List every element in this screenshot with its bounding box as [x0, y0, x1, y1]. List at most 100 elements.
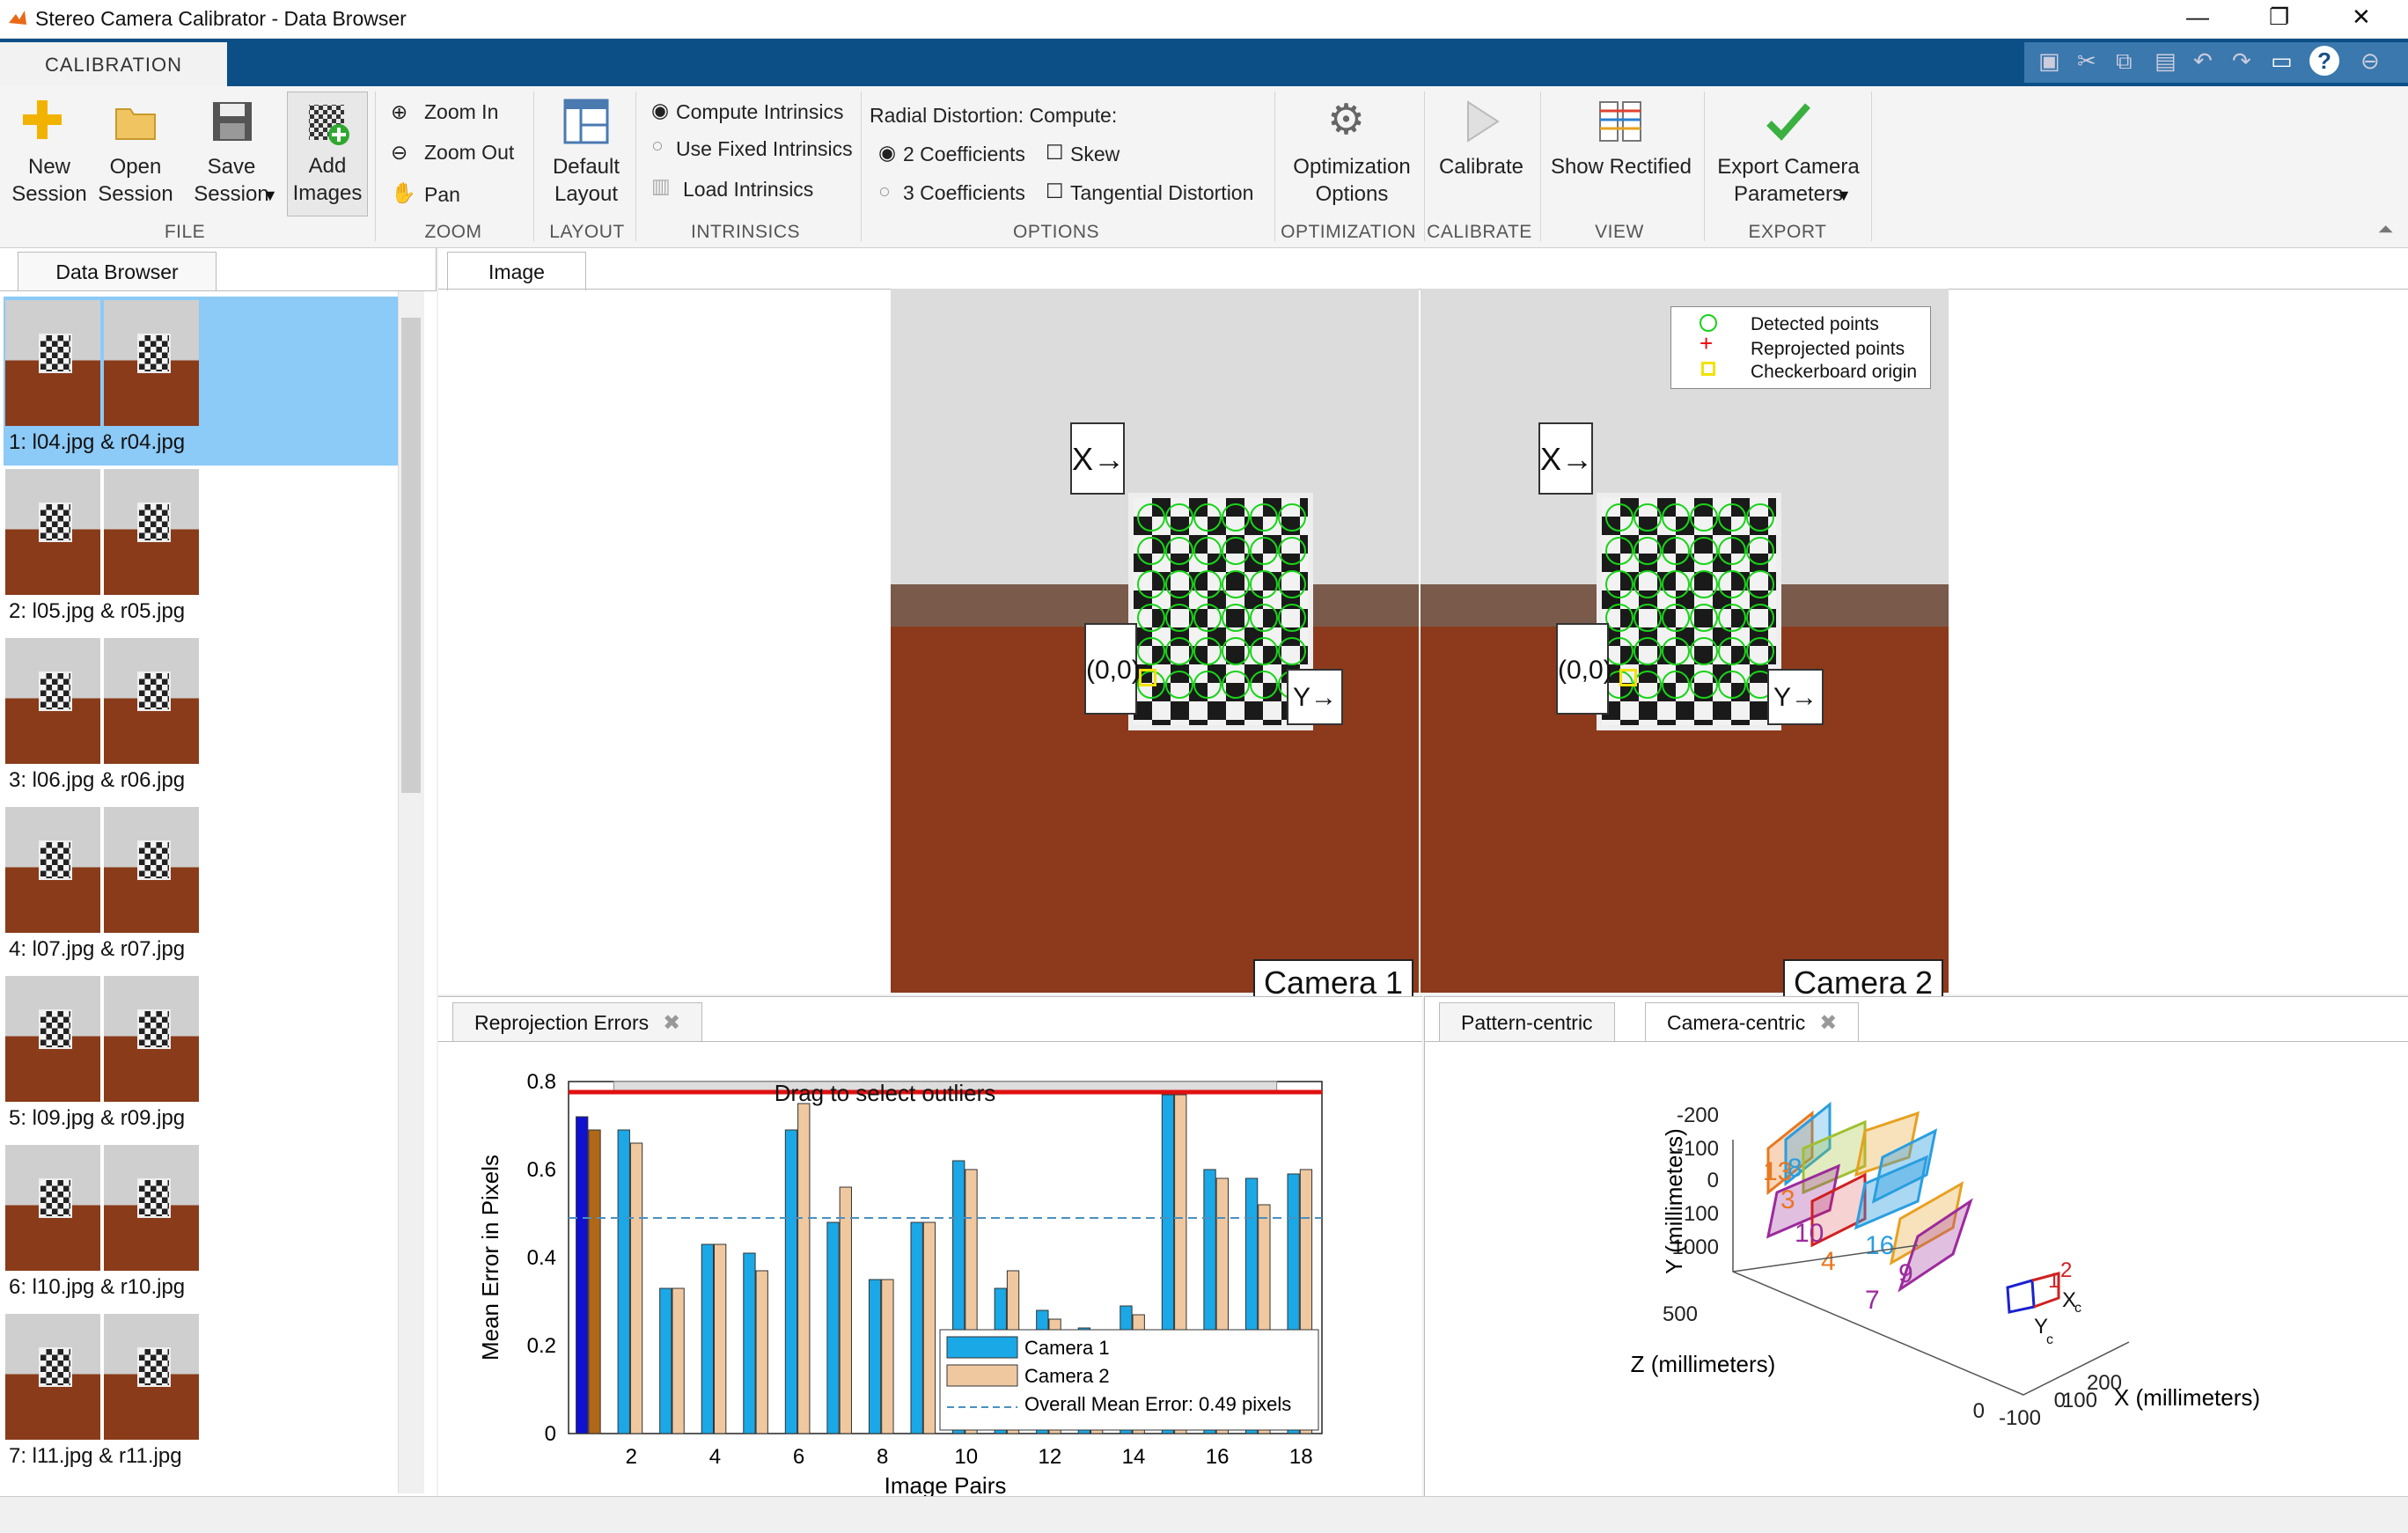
gear-icon[interactable]: ⚙: [1327, 95, 1365, 144]
zoom-out-button[interactable]: Zoom Out: [424, 141, 514, 165]
tab-calibration[interactable]: CALIBRATION: [0, 42, 227, 86]
close-icon[interactable]: ✖: [663, 1011, 680, 1035]
tab-reprojection-errors[interactable]: Reprojection Errors ✖: [452, 1002, 703, 1041]
detected-point: [1718, 671, 1746, 699]
open-session-button[interactable]: [113, 99, 158, 149]
redo-icon[interactable]: ↷: [2232, 48, 2251, 75]
layout-grid-icon[interactable]: [563, 99, 609, 144]
undo-icon[interactable]: ↶: [2193, 48, 2213, 75]
bar[interactable]: [617, 1129, 630, 1434]
vertical-scrollbar[interactable]: [398, 291, 424, 1493]
calibrate-button[interactable]: Calibrate: [1429, 153, 1533, 180]
detected-point: [1633, 637, 1662, 665]
bar[interactable]: [701, 1243, 715, 1434]
detected-point: [1718, 537, 1746, 565]
detected-point: [1137, 637, 1165, 665]
three-coefficients-radio[interactable]: ○: [878, 180, 891, 203]
tab-pattern-centric[interactable]: Pattern-centric: [1439, 1002, 1615, 1041]
camera1-image[interactable]: X→ (0,0) Y→ Camera 1: [891, 289, 1419, 1007]
y-tick: 0: [1707, 1169, 1719, 1192]
cut-icon[interactable]: ✂: [2077, 48, 2096, 75]
zoom-in-icon: ⊕: [391, 100, 408, 123]
detected-point: [1690, 671, 1718, 699]
scrollbar-thumb[interactable]: [401, 318, 421, 793]
detected-point: [1193, 537, 1222, 565]
camera-centric-3d-plot[interactable]: 13 8 3 10 4 16 7 9 1 2 X Y c c -200 -100…: [1425, 1043, 2408, 1497]
save-session-button[interactable]: [209, 99, 255, 149]
bar[interactable]: [826, 1221, 840, 1434]
fixed-intrinsics-radio[interactable]: ○: [651, 134, 664, 158]
default-layout-button[interactable]: Default Layout: [539, 153, 634, 208]
bar[interactable]: [659, 1287, 672, 1434]
minimize-button[interactable]: —: [2186, 4, 2209, 31]
export-dropdown-icon[interactable]: ▼: [1836, 187, 1852, 205]
zoom-out-icon: ⊖: [391, 141, 408, 164]
add-images-icon: [309, 105, 349, 145]
show-rectified-icon[interactable]: [1598, 99, 1644, 144]
tab-data-browser[interactable]: Data Browser: [18, 252, 217, 290]
load-intrinsics-button[interactable]: Load Intrinsics: [683, 178, 813, 202]
bar[interactable]: [743, 1252, 756, 1434]
list-item[interactable]: 4: l07.jpg & r07.jpg: [4, 803, 398, 972]
bar[interactable]: [672, 1287, 685, 1434]
bar[interactable]: [588, 1129, 601, 1434]
new-session-button[interactable]: [19, 97, 65, 147]
list-item[interactable]: 5: l09.jpg & r09.jpg: [4, 972, 398, 1141]
save-icon[interactable]: ▣: [2038, 48, 2060, 75]
tab-label: Reprojection Errors: [474, 1011, 650, 1034]
zoom-in-button[interactable]: Zoom In: [424, 100, 498, 124]
tab-camera-centric[interactable]: Camera-centric ✖: [1645, 1002, 1860, 1041]
skew-checkbox[interactable]: ☐: [1046, 141, 1064, 165]
add-images-button[interactable]: Add Images: [287, 92, 368, 216]
bar[interactable]: [576, 1116, 589, 1434]
x-tick: -100: [1999, 1406, 2041, 1430]
list-item[interactable]: 2: l05.jpg & r05.jpg: [4, 466, 398, 634]
bar[interactable]: [910, 1221, 923, 1434]
camera2-image[interactable]: X→ (0,0) Y→ Camera 2: [1421, 289, 1949, 1007]
list-item[interactable]: 1: l04.jpg & r04.jpg: [4, 297, 398, 466]
bar[interactable]: [797, 1103, 811, 1434]
bar[interactable]: [784, 1129, 798, 1434]
close-icon[interactable]: ✖: [1819, 1011, 1837, 1035]
show-rectified-button[interactable]: Show Rectified: [1545, 153, 1697, 180]
collapse-ribbon-icon[interactable]: ⏶: [2378, 218, 2394, 241]
optimization-options-button[interactable]: Optimization Options: [1281, 153, 1422, 208]
reprojection-bar-chart[interactable]: Drag to select outliers 2 4 6 8 10 12 14 16 18 0 0.…: [438, 1043, 1422, 1497]
collapse-icon[interactable]: ⊖: [2360, 48, 2380, 75]
play-icon[interactable]: [1463, 99, 1501, 144]
paste-icon[interactable]: ▤: [2155, 48, 2177, 75]
detected-point: [1633, 503, 1662, 532]
bar[interactable]: [922, 1221, 936, 1434]
save-dropdown-icon[interactable]: ▼: [262, 187, 278, 205]
detected-point: [1278, 604, 1306, 632]
detected-point: [1690, 570, 1718, 598]
list-item[interactable]: 3: l06.jpg & r06.jpg: [4, 634, 398, 803]
checkmark-icon[interactable]: [1766, 99, 1811, 144]
bar[interactable]: [629, 1142, 643, 1434]
close-button[interactable]: ✕: [2352, 4, 2371, 31]
plot-label: 9: [1898, 1259, 1913, 1288]
checkerboard: [1597, 493, 1781, 730]
layout-icon[interactable]: ▭: [2271, 48, 2293, 75]
detected-point: [1718, 637, 1746, 665]
bar[interactable]: [839, 1186, 852, 1434]
fixed-intrinsics-label: Use Fixed Intrinsics: [676, 137, 853, 160]
list-item[interactable]: 7: l11.jpg & r11.jpg: [4, 1310, 398, 1479]
list-item[interactable]: 6: l10.jpg & r10.jpg: [4, 1141, 398, 1310]
bar[interactable]: [881, 1279, 894, 1434]
origin-marker-icon: [1701, 362, 1715, 376]
two-coefficients-radio[interactable]: ◉: [878, 141, 896, 165]
compute-intrinsics-radio[interactable]: ◉: [651, 99, 669, 122]
pan-button[interactable]: Pan: [424, 183, 460, 207]
detected-point: [1250, 570, 1278, 598]
plot-label: 3: [1780, 1185, 1795, 1214]
bar[interactable]: [713, 1243, 727, 1434]
detected-point: [1165, 637, 1193, 665]
bar[interactable]: [868, 1279, 882, 1434]
tab-image[interactable]: Image: [447, 252, 586, 290]
tangential-checkbox[interactable]: ☐: [1046, 180, 1064, 203]
maximize-button[interactable]: ❐: [2269, 4, 2289, 31]
help-icon[interactable]: ?: [2309, 46, 2339, 76]
bar[interactable]: [755, 1270, 768, 1434]
copy-icon[interactable]: ⧉: [2116, 48, 2133, 76]
